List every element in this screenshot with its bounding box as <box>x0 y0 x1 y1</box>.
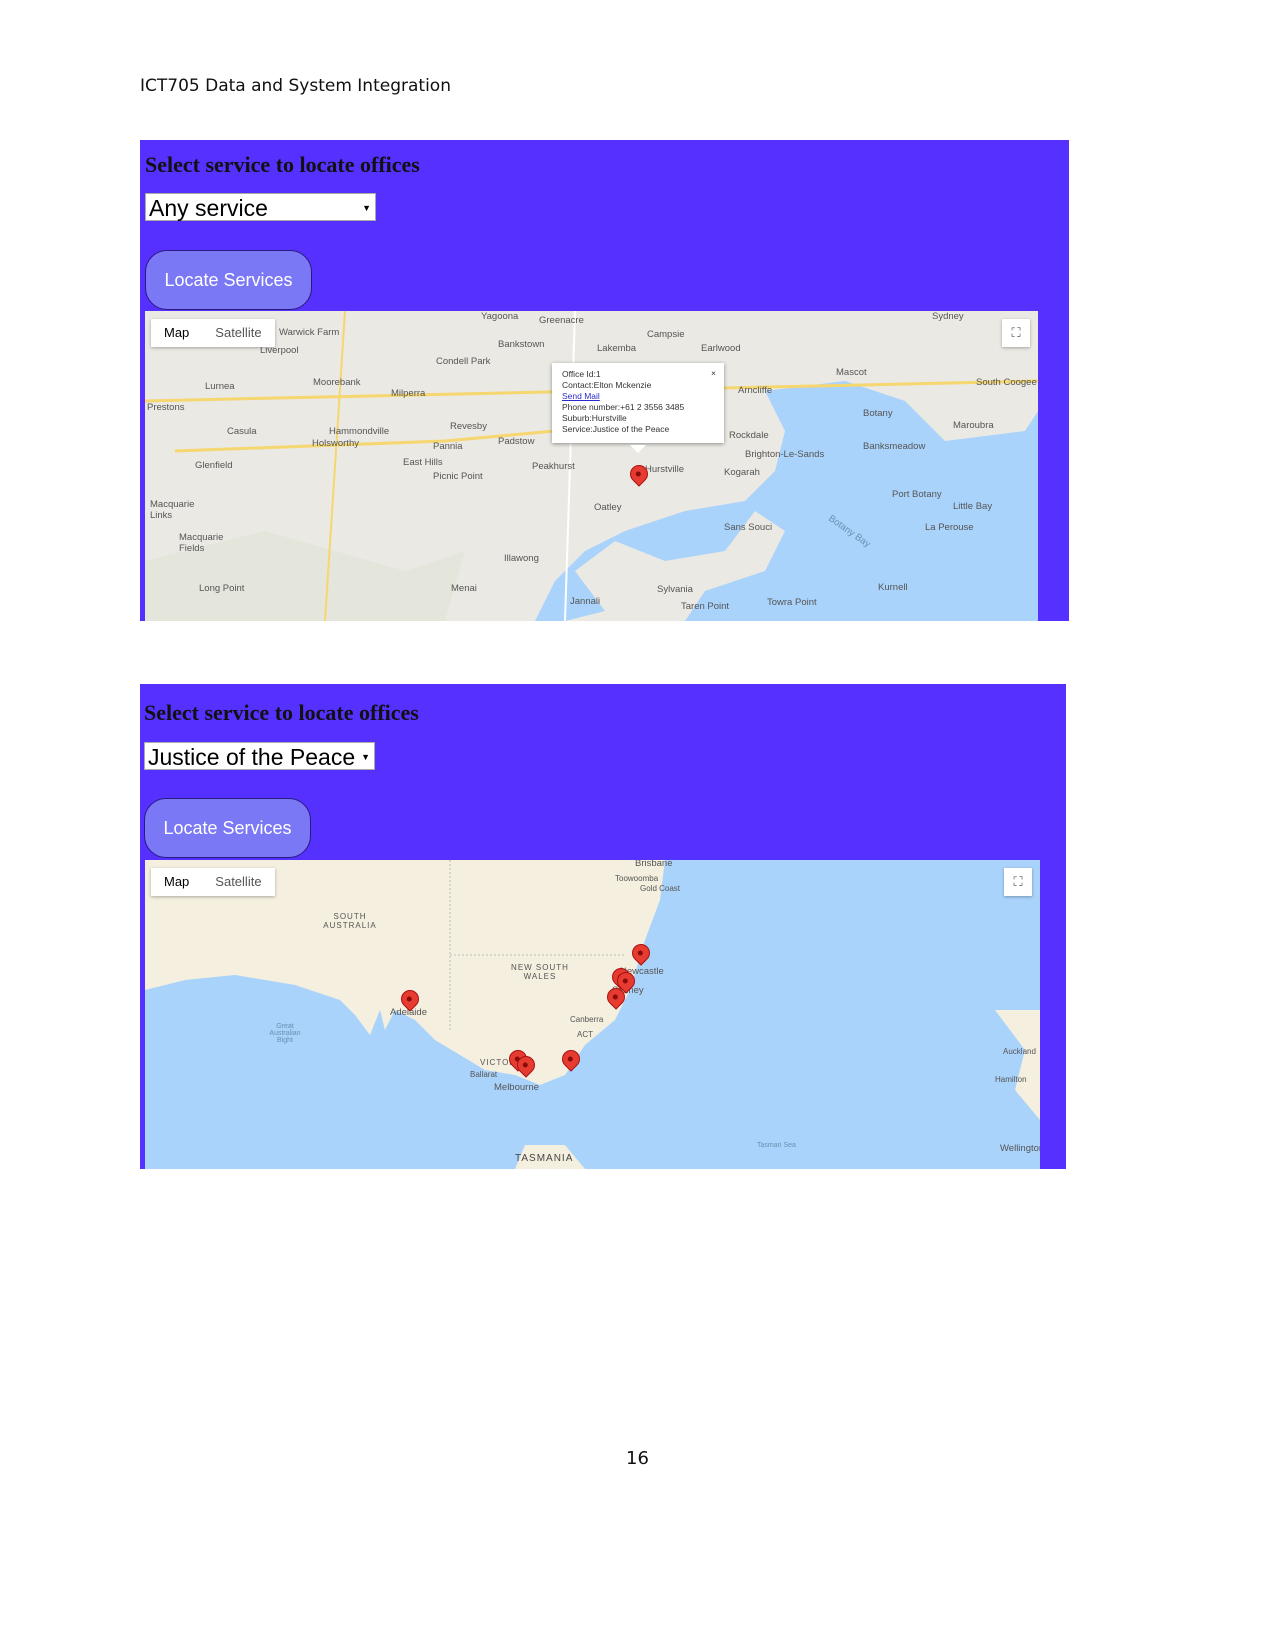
map-label: Glenfield <box>195 460 233 471</box>
map-label: Lurnea <box>205 381 235 392</box>
map-label: Kogarah <box>724 467 760 478</box>
map-label: Macquarie Links <box>150 499 195 521</box>
map-type-satellite-button[interactable]: Satellite <box>202 319 274 347</box>
map-label: TASMANIA <box>515 1153 574 1164</box>
map-label: Melbourne <box>494 1082 539 1093</box>
map-label: Greenacre <box>539 315 584 326</box>
map-background <box>145 311 1038 621</box>
map-type-map-button[interactable]: Map <box>151 319 202 347</box>
map-label: Milperra <box>391 388 426 399</box>
locate-services-button[interactable]: Locate Services <box>145 250 312 310</box>
map-sydney[interactable]: Yagoona Greenacre Campsie Earlwood Banks… <box>145 311 1038 621</box>
map-label: SOUTH AUSTRALIA <box>323 912 377 930</box>
map-label: Botany <box>863 408 893 419</box>
service-select[interactable]: Justice of the Peace ▼ <box>144 742 375 770</box>
map-label: Holsworthy <box>312 438 359 449</box>
map-label: Taren Point <box>681 601 730 612</box>
map-label: Toowoomba <box>615 874 659 883</box>
map-label: Macquarie Fields <box>179 532 224 554</box>
map-label: Padstow <box>498 436 535 447</box>
map-label: ACT <box>577 1030 593 1039</box>
service-select[interactable]: Any service ▼ <box>145 193 376 221</box>
map-australia[interactable]: Brisbane Toowoomba Gold Coast SOUTH AUST… <box>145 860 1040 1169</box>
map-label: Earlwood <box>701 343 741 354</box>
phone: Phone number:+61 2 3556 3485 <box>562 402 685 412</box>
dropdown-arrow-icon: ▼ <box>361 752 370 762</box>
fullscreen-icon[interactable]: ⛶ <box>1002 319 1030 347</box>
map-label: Brighton-Le-Sands <box>745 449 825 460</box>
suburb: Suburb:Hurstville <box>562 413 627 423</box>
map-label: Revesby <box>450 421 487 432</box>
map-type-map-button[interactable]: Map <box>151 868 202 896</box>
map-label: Long Point <box>199 583 245 594</box>
map-label: Kurnell <box>878 582 908 593</box>
map-label: Oatley <box>594 502 622 513</box>
map-label: Great Australian Bight <box>269 1023 301 1044</box>
map-label: Mascot <box>836 367 867 378</box>
office-id: Office Id:1 <box>562 369 601 379</box>
map-label: Maroubra <box>953 420 994 431</box>
map-label: South Coogee <box>976 377 1037 388</box>
map-label: Canberra <box>570 1015 604 1024</box>
map-label: Illawong <box>504 553 539 564</box>
map-label: Picnic Point <box>433 471 483 482</box>
dropdown-arrow-icon: ▼ <box>362 203 371 213</box>
map-label: Casula <box>227 426 257 437</box>
locator-panel-2: Select service to locate offices Justice… <box>140 684 1066 1169</box>
map-label: Wellington <box>1000 1143 1040 1154</box>
map-label: Pannia <box>433 441 463 452</box>
map-label: Condell Park <box>436 356 491 367</box>
map-label: Brisbane <box>635 860 673 869</box>
map-label: NEW SOUTH WALES <box>511 963 569 981</box>
map-label: Hamilton <box>995 1075 1027 1084</box>
fullscreen-icon[interactable]: ⛶ <box>1004 868 1032 896</box>
map-type-satellite-button[interactable]: Satellite <box>202 868 274 896</box>
map-type-control: Map Satellite <box>151 319 275 347</box>
map-label: Warwick Farm <box>279 327 340 338</box>
document-page: ICT705 Data and System Integration Selec… <box>0 0 1275 1650</box>
map-label: Sylvania <box>657 584 693 595</box>
map-label: Towra Point <box>767 597 817 608</box>
select-value: Any service <box>149 195 268 221</box>
map-label: Arncliffe <box>738 385 773 396</box>
map-label: East Hills <box>403 457 443 468</box>
map-label: Gold Coast <box>640 884 681 893</box>
map-type-control: Map Satellite <box>151 868 275 896</box>
map-label: Moorebank <box>313 377 361 388</box>
map-label: Auckland <box>1003 1047 1036 1056</box>
map-label: Banksmeadow <box>863 441 926 452</box>
map-label: Bankstown <box>498 339 545 350</box>
map-label: Little Bay <box>953 501 993 512</box>
map-label: Hurstville <box>645 464 685 475</box>
document-header: ICT705 Data and System Integration <box>140 76 451 96</box>
contact: Contact:Elton Mckenzie <box>562 380 652 390</box>
locate-services-button[interactable]: Locate Services <box>144 798 311 858</box>
map-label: Jannali <box>570 596 601 607</box>
map-label: Campsie <box>647 329 685 340</box>
map-label: Tasman Sea <box>757 1142 796 1149</box>
map-label: Rockdale <box>729 430 769 441</box>
locator-panel-1: Select service to locate offices Any ser… <box>140 140 1069 621</box>
select-value: Justice of the Peace <box>148 744 356 770</box>
map-label: Port Botany <box>892 489 942 500</box>
map-label: Lakemba <box>597 343 637 354</box>
map-label: Prestons <box>147 402 185 413</box>
map-label: Ballarat <box>470 1070 498 1079</box>
map-label: Peakhurst <box>532 461 575 472</box>
map-label: La Perouse <box>925 522 974 533</box>
close-icon[interactable]: × <box>711 368 716 379</box>
map-label: Sydney <box>932 311 964 322</box>
page-number: 16 <box>626 1448 649 1469</box>
panel-title: Select service to locate offices <box>145 152 420 177</box>
map-label: Yagoona <box>481 311 519 322</box>
info-window: × Office Id:1 Contact:Elton Mckenzie Sen… <box>552 363 724 453</box>
map-label: Sans Souci <box>724 522 773 533</box>
map-label: Menai <box>451 583 477 594</box>
map-label: Hammondville <box>329 426 390 437</box>
service: Service:Justice of the Peace <box>562 424 670 434</box>
send-mail-link[interactable]: Send Mail <box>562 391 600 401</box>
panel-title: Select service to locate offices <box>144 700 419 725</box>
